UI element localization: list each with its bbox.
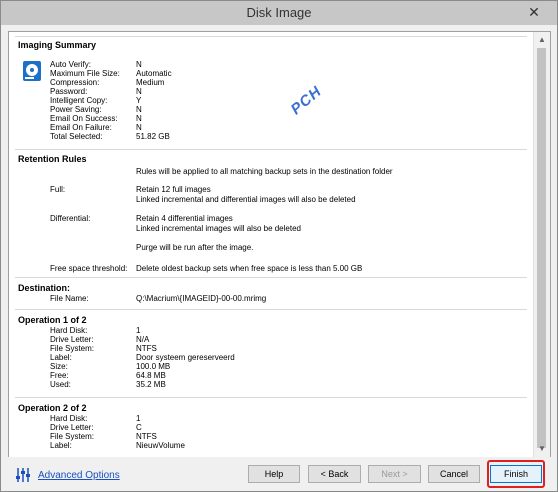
title-bar: Disk Image ✕ [1, 1, 557, 25]
summary-label: Auto Verify: [50, 60, 91, 69]
retention-diff-label: Differential: [50, 214, 91, 223]
summary-value: Medium [136, 78, 165, 87]
summary-value: N [136, 60, 142, 69]
help-button[interactable]: Help [248, 465, 300, 483]
operation2-value: NTFS [136, 432, 157, 441]
summary-value: Y [136, 96, 142, 105]
summary-value: N [136, 105, 142, 114]
summary-value: N [136, 87, 142, 96]
advanced-options-link[interactable]: Advanced Options [14, 466, 120, 484]
scroll-down-icon[interactable]: ▼ [534, 442, 550, 456]
free-space-value: Delete oldest backup sets when free spac… [136, 264, 363, 273]
scrollbar-thumb[interactable] [537, 48, 546, 448]
destination-header: Destination: [18, 283, 71, 293]
operation1-label: File System: [50, 344, 95, 353]
back-button[interactable]: < Back [308, 465, 361, 483]
summary-label: Intelligent Copy: [50, 96, 108, 105]
operation1-label: Label: [50, 353, 72, 362]
close-button[interactable]: ✕ [515, 2, 553, 22]
section-divider [15, 397, 527, 398]
file-name-label: File Name: [50, 294, 89, 303]
dialog-footer: Advanced Options Help < Back Next > Canc… [1, 457, 557, 491]
operation2-value: NieuwVolume [136, 441, 185, 450]
finish-button[interactable]: Finish [490, 465, 542, 483]
operation2-header: Operation 2 of 2 [18, 403, 87, 413]
operation1-label: Drive Letter: [50, 335, 94, 344]
next-button[interactable]: Next > [368, 465, 421, 483]
window-title: Disk Image [246, 5, 312, 20]
summary-value: Automatic [136, 69, 172, 78]
summary-panel: Imaging Summary PCH Auto Verify: N Maxim… [8, 31, 551, 458]
disk-image-dialog: Disk Image ✕ Imaging Summary PCH Auto Ve… [0, 0, 558, 492]
vertical-scrollbar[interactable]: ▲ ▼ [533, 32, 550, 457]
operation2-label: File System: [50, 432, 95, 441]
summary-label: Email On Success: [50, 114, 118, 123]
operation1-value: 1 [136, 326, 141, 335]
operation2-label: Hard Disk: [50, 414, 88, 423]
summary-label: Password: [50, 87, 88, 96]
scroll-up-icon[interactable]: ▲ [534, 33, 550, 47]
operation1-value: 100.0 MB [136, 362, 171, 371]
summary-label: Power Saving: [50, 105, 102, 114]
watermark-text: PCH [287, 82, 326, 119]
summary-label: Compression: [50, 78, 100, 87]
retention-full-line2: Linked incremental and differential imag… [136, 195, 356, 204]
operation2-value: 1 [136, 414, 141, 423]
summary-value: N [136, 123, 142, 132]
summary-label: Total Selected: [50, 132, 103, 141]
summary-label: Maximum File Size: [50, 69, 120, 78]
retention-rules-header: Retention Rules [18, 154, 87, 164]
advanced-options-label[interactable]: Advanced Options [38, 470, 120, 481]
operation1-value: 64.8 MB [136, 371, 166, 380]
summary-label: Email On Failure: [50, 123, 112, 132]
operation1-value: Door systeem gereserveerd [136, 353, 235, 362]
file-name-value: Q:\Macrium\{IMAGEID}-00-00.mrimg [136, 294, 267, 303]
free-space-label: Free space threshold: [50, 264, 128, 273]
cancel-button[interactable]: Cancel [428, 465, 480, 483]
sliders-icon [16, 468, 30, 482]
section-divider [15, 149, 527, 150]
section-divider [15, 277, 527, 278]
retention-full-label: Full: [50, 185, 66, 194]
retention-diff-line1: Retain 4 differential images [136, 214, 233, 223]
summary-value: 51.82 GB [136, 132, 170, 141]
operation1-label: Free: [50, 371, 69, 380]
operation1-label: Hard Disk: [50, 326, 88, 335]
operation2-label: Label: [50, 441, 72, 450]
operation1-value: 35.2 MB [136, 380, 166, 389]
section-divider [15, 36, 527, 37]
operation1-label: Size: [50, 362, 68, 371]
retention-purge-note: Purge will be run after the image. [136, 243, 254, 252]
operation1-label: Used: [50, 380, 71, 389]
section-divider [15, 309, 527, 310]
hard-disk-icon [23, 61, 41, 81]
operation2-label: Drive Letter: [50, 423, 94, 432]
imaging-summary-header: Imaging Summary [18, 40, 97, 50]
retention-intro: Rules will be applied to all matching ba… [136, 167, 393, 176]
retention-full-line1: Retain 12 full images [136, 185, 211, 194]
summary-value: N [136, 114, 142, 123]
operation1-value: NTFS [136, 344, 157, 353]
operation1-header: Operation 1 of 2 [18, 315, 87, 325]
operation1-value: N/A [136, 335, 150, 344]
operation2-value: C [136, 423, 142, 432]
summary-scroll-area: Imaging Summary PCH Auto Verify: N Maxim… [9, 32, 533, 457]
retention-diff-line2: Linked incremental images will also be d… [136, 224, 301, 233]
